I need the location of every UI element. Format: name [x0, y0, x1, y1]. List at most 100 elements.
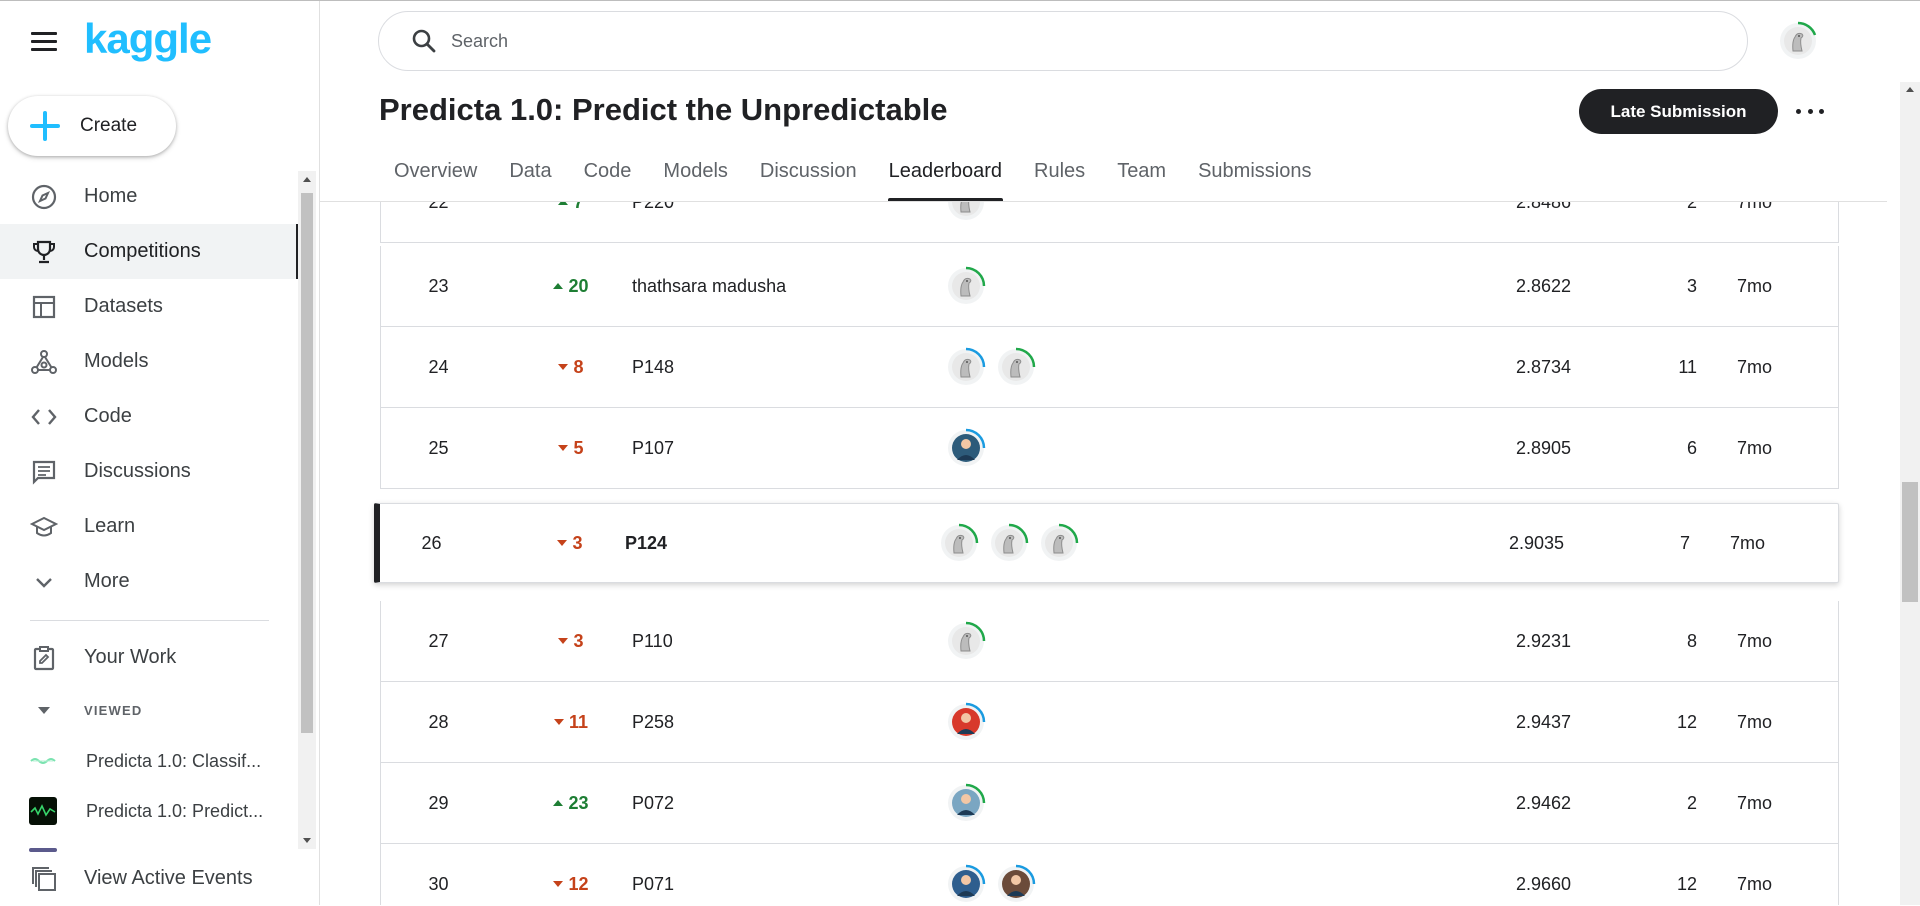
leaderboard-row-own-team[interactable]: 26 3 P124 2.9035 7 7mo: [374, 503, 1839, 583]
scrollbar-thumb[interactable]: [301, 193, 313, 733]
tab-data[interactable]: Data: [493, 150, 567, 201]
kaggle-logo[interactable]: kaggle: [84, 15, 212, 63]
tab-team[interactable]: Team: [1101, 150, 1182, 201]
team-name-cell[interactable]: P107: [632, 408, 932, 488]
clipboard-icon: [29, 643, 59, 673]
arrow-down-icon: [553, 881, 564, 887]
team-name-cell[interactable]: P072: [632, 763, 932, 843]
member-avatar[interactable]: [996, 347, 1036, 387]
arrow-down-icon: [557, 540, 568, 546]
arrow-down-icon: [558, 638, 569, 644]
viewed-item-label: Predicta 1.0: Classif...: [86, 750, 262, 771]
score-cell: 2.8905: [1515, 437, 1571, 458]
team-name-cell[interactable]: thathsara madusha: [632, 246, 932, 326]
sidebar-item-learn[interactable]: Learn: [0, 499, 300, 554]
compass-icon: [29, 182, 59, 212]
member-avatar[interactable]: [946, 864, 986, 904]
rank-change-cell: 11: [531, 682, 611, 762]
tab-rules[interactable]: Rules: [1018, 150, 1101, 201]
sidebar-item-home[interactable]: Home: [0, 169, 300, 224]
arrow-up-icon: [553, 283, 564, 289]
team-name-cell[interactable]: P110: [632, 601, 932, 681]
member-avatar[interactable]: [939, 523, 979, 563]
late-submission-button[interactable]: Late Submission: [1579, 89, 1778, 134]
tab-leaderboard[interactable]: Leaderboard: [873, 150, 1018, 201]
sidebar-scrollbar[interactable]: [298, 171, 316, 849]
entries-cell: 3: [1686, 275, 1697, 296]
rank-change-value: 5: [573, 437, 584, 458]
page-scrollbar[interactable]: [1900, 82, 1920, 905]
viewed-item[interactable]: Predicta 1.0: Predict...: [0, 786, 298, 836]
team-name-cell[interactable]: P220: [632, 202, 932, 242]
sidebar-item-code[interactable]: Code: [0, 389, 300, 444]
table-row[interactable]: 23 20 thathsara madusha 2.8622 3 7mo: [380, 246, 1839, 327]
team-name-cell[interactable]: P071: [632, 844, 932, 905]
member-avatar[interactable]: [946, 428, 986, 468]
member-avatar[interactable]: [946, 347, 986, 387]
team-members-cell: [946, 327, 1246, 407]
team-name-cell[interactable]: P258: [632, 682, 932, 762]
school-icon: [29, 512, 59, 542]
arrow-up-icon: [558, 202, 569, 205]
score-cell: 2.9660: [1515, 873, 1571, 894]
scrollbar-thumb[interactable]: [1902, 482, 1918, 602]
member-avatar[interactable]: [1039, 523, 1079, 563]
table-row[interactable]: 28 11 P258 2.9437 12 7mo: [380, 682, 1839, 763]
sidebar-item-discussions[interactable]: Discussions: [0, 444, 300, 499]
table-row[interactable]: 25 5 P107 2.8905 6 7mo: [380, 408, 1839, 489]
entries-cell: 6: [1686, 437, 1697, 458]
score-cell: 2.8486: [1391, 202, 1571, 242]
table-row[interactable]: 27 3 P110 2.9231 8 7mo: [380, 601, 1839, 682]
tab-overview[interactable]: Overview: [378, 150, 493, 201]
view-active-events[interactable]: View Active Events: [0, 851, 298, 906]
tab-submissions[interactable]: Submissions: [1182, 150, 1327, 201]
collapse-arrow-icon[interactable]: [38, 707, 50, 714]
rank-change-value: 7: [573, 202, 583, 213]
rank-change-value: 11: [568, 711, 589, 732]
entries-cell: 7: [1679, 532, 1690, 553]
member-avatar[interactable]: [946, 702, 986, 742]
team-name-cell[interactable]: P124: [625, 504, 925, 582]
tab-discussion[interactable]: Discussion: [744, 150, 873, 201]
search-input[interactable]: [451, 30, 1651, 52]
rank-change-value: 12: [568, 873, 589, 894]
member-avatar[interactable]: [946, 202, 986, 222]
member-avatar[interactable]: [989, 523, 1029, 563]
scroll-up-arrow-icon[interactable]: [303, 177, 311, 182]
rank-change-cell: 3: [531, 601, 611, 681]
chevron-down-icon: [29, 567, 59, 597]
sidebar-item-models[interactable]: Models: [0, 334, 300, 389]
scroll-down-arrow-icon[interactable]: [303, 838, 311, 843]
viewed-item-label: Predicta 1.0: Predict...: [86, 800, 264, 821]
table-row[interactable]: 22 7 P220 2.84862 7mo: [380, 202, 1839, 243]
menu-icon[interactable]: [31, 32, 57, 52]
last-submission-cell: 7mo: [1737, 437, 1773, 458]
member-avatar[interactable]: [946, 621, 986, 661]
table-row[interactable]: 29 23 P072 2.9462 2 7mo: [380, 763, 1839, 844]
sidebar-item-datasets[interactable]: Datasets: [0, 279, 300, 334]
sidebar-item-competitions[interactable]: Competitions: [0, 224, 300, 279]
rank-change-value: 3: [572, 532, 583, 553]
arrow-down-icon: [558, 364, 569, 370]
team-members-cell: [946, 601, 1246, 681]
tab-code[interactable]: Code: [568, 150, 648, 201]
scroll-up-arrow-icon[interactable]: [1906, 87, 1914, 92]
code-icon: [29, 402, 59, 432]
member-avatar[interactable]: [946, 266, 986, 306]
rank-change-cell: 23: [531, 763, 611, 843]
create-button[interactable]: Create: [8, 96, 176, 156]
table-row[interactable]: 30 12 P071 2.9660 12 7mo: [380, 844, 1839, 905]
team-name-cell[interactable]: P148: [632, 327, 932, 407]
sidebar-item-your-work[interactable]: Your Work: [0, 630, 298, 685]
viewed-item[interactable]: Predicta 1.0: Classif...: [0, 736, 298, 786]
tab-models[interactable]: Models: [647, 150, 743, 201]
search-bar[interactable]: [378, 11, 1748, 71]
user-avatar[interactable]: [1778, 21, 1818, 61]
table-row[interactable]: 24 8 P148 2.8734 11 7mo: [380, 327, 1839, 408]
member-avatar[interactable]: [996, 864, 1036, 904]
member-avatar[interactable]: [946, 783, 986, 823]
sidebar-item-more[interactable]: More: [0, 554, 300, 609]
plus-icon: [30, 111, 60, 141]
entries-cell: 12: [1676, 711, 1697, 732]
more-options-icon[interactable]: [1796, 100, 1824, 122]
